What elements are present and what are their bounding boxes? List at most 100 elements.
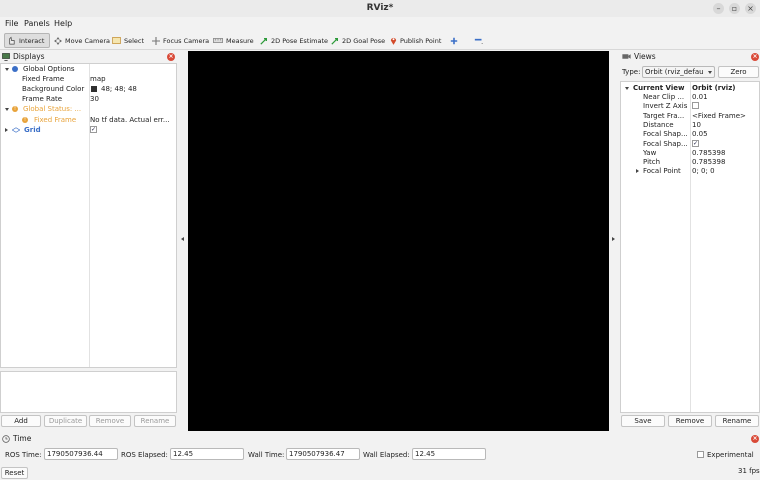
monitor-icon: [2, 52, 10, 61]
ros-elapsed-field[interactable]: 12.45: [170, 448, 244, 460]
toolbar: Interact Move Camera Select Focus Camera…: [0, 31, 760, 50]
map-pin-icon: [390, 37, 397, 45]
wall-time-field[interactable]: 1790507936.47: [286, 448, 360, 460]
goal-pose-tool-button[interactable]: 2D Goal Pose: [329, 33, 387, 48]
displays-panel: Displays × Global Options Fixed Frame ma…: [0, 51, 178, 431]
wall-elapsed-label: Wall Elapsed:: [363, 451, 410, 459]
right-splitter[interactable]: [609, 51, 619, 431]
add-display-button[interactable]: Add: [1, 415, 41, 427]
time-panel: Time × ROS Time: 1790507936.44 ROS Elaps…: [0, 433, 760, 463]
collapse-arrow-icon[interactable]: [636, 169, 639, 174]
displays-close-icon[interactable]: ×: [167, 53, 175, 61]
experimental-label: Experimental: [707, 451, 754, 459]
grid-icon: [12, 127, 20, 133]
publish-point-label: Publish Point: [400, 36, 442, 45]
warning-icon: !: [12, 106, 18, 112]
background-color-value[interactable]: 48; 48; 48: [101, 84, 137, 94]
tree-row-frame-rate[interactable]: Frame Rate 30: [1, 94, 176, 104]
interact-tool-button[interactable]: Interact: [4, 33, 50, 48]
tree-row-background-color[interactable]: Background Color 48; 48; 48: [1, 84, 176, 94]
menu-help[interactable]: Help: [54, 19, 72, 28]
duplicate-display-button[interactable]: Duplicate: [44, 415, 87, 427]
pose-estimate-label: 2D Pose Estimate: [271, 36, 329, 45]
ros-elapsed-label: ROS Elapsed:: [121, 451, 168, 459]
minimize-button[interactable]: –: [713, 3, 724, 14]
measure-label: Measure: [226, 36, 254, 45]
focus-camera-tool-button[interactable]: Focus Camera: [150, 33, 211, 48]
globe-icon: [12, 66, 18, 72]
tree-row-fixed-frame[interactable]: Fixed Frame map: [1, 74, 176, 84]
time-close-icon[interactable]: ×: [751, 435, 759, 443]
expand-arrow-icon[interactable]: [625, 87, 629, 90]
collapse-left-icon[interactable]: [181, 237, 184, 241]
tree-row-view-property[interactable]: Focal Point 0; 0; 0: [621, 166, 759, 176]
move-arrows-icon: [54, 36, 62, 45]
color-swatch[interactable]: [91, 86, 97, 92]
tree-row-global-options[interactable]: Global Options: [1, 64, 176, 74]
remove-view-button[interactable]: Remove: [668, 415, 712, 427]
clock-icon: [2, 434, 10, 443]
experimental-checkbox[interactable]: [697, 451, 704, 458]
fixed-frame-value[interactable]: map: [90, 74, 106, 84]
time-title: Time: [13, 434, 32, 443]
move-camera-tool-button[interactable]: Move Camera: [52, 33, 112, 48]
expand-arrow-icon[interactable]: [5, 108, 9, 111]
warning-icon: !: [22, 117, 28, 123]
tree-row-grid[interactable]: Grid ✓: [1, 125, 176, 135]
grid-label: Grid: [24, 126, 41, 134]
ros-time-label: ROS Time:: [5, 451, 42, 459]
views-header: Views: [622, 51, 752, 62]
select-box-icon: [112, 37, 121, 44]
save-view-button[interactable]: Save: [621, 415, 665, 427]
menu-file[interactable]: File: [5, 19, 18, 28]
view-type-value: Orbit (rviz_defau: [645, 68, 704, 76]
left-splitter[interactable]: [179, 51, 187, 431]
menu-panels[interactable]: Panels: [24, 19, 50, 28]
wall-time-label: Wall Time:: [248, 451, 285, 459]
ruler-icon: [213, 38, 223, 43]
ros-time-field[interactable]: 1790507936.44: [44, 448, 118, 460]
measure-tool-button[interactable]: Measure: [211, 33, 256, 48]
wall-elapsed-field[interactable]: 12.45: [412, 448, 486, 460]
zero-view-button[interactable]: Zero: [718, 66, 759, 78]
collapse-right-icon[interactable]: [612, 237, 615, 241]
view-property-value[interactable]: 0; 0; 0: [692, 166, 715, 176]
global-status-label: Global Status: ...: [23, 105, 82, 113]
render-viewport[interactable]: [188, 51, 609, 431]
tree-row-status-fixed-frame[interactable]: ! Fixed Frame No tf data. Actual err...: [1, 115, 176, 125]
dropdown-arrow-icon: [708, 71, 712, 74]
pose-estimate-tool-button[interactable]: 2D Pose Estimate: [258, 33, 330, 48]
remove-display-button[interactable]: Remove: [89, 415, 131, 427]
fixed-frame-label: Fixed Frame: [22, 75, 65, 83]
status-fixed-frame-label: Fixed Frame: [34, 116, 77, 124]
window-title: RViz*: [366, 3, 394, 13]
views-close-icon[interactable]: ×: [751, 53, 759, 61]
publish-point-tool-button[interactable]: Publish Point: [388, 33, 443, 48]
view-type-select[interactable]: Orbit (rviz_defau: [642, 66, 715, 78]
close-window-button[interactable]: ×: [745, 3, 756, 14]
grid-enabled-checkbox[interactable]: ✓: [90, 126, 97, 133]
green-arrow-icon: [260, 37, 267, 45]
frame-rate-value[interactable]: 30: [90, 94, 99, 104]
rename-display-button[interactable]: Rename: [134, 415, 176, 427]
interact-label: Interact: [19, 36, 45, 45]
select-label: Select: [124, 36, 145, 45]
collapse-arrow-icon[interactable]: [5, 128, 8, 132]
green-arrow-icon: [331, 37, 338, 45]
reset-button[interactable]: Reset: [1, 467, 28, 479]
view-property-checkbox[interactable]: [692, 102, 699, 110]
fps-readout: 31 fps: [738, 467, 760, 475]
select-tool-button[interactable]: Select: [110, 33, 146, 48]
expand-arrow-icon[interactable]: [5, 68, 9, 71]
view-property-checkbox[interactable]: ✓: [692, 139, 699, 147]
view-type-label: Type:: [622, 68, 641, 76]
displays-title: Displays: [13, 52, 45, 61]
rename-view-button[interactable]: Rename: [715, 415, 759, 427]
view-property-label: Focal Point: [643, 167, 681, 176]
add-tool-button[interactable]: [448, 33, 460, 48]
tree-row-global-status[interactable]: ! Global Status: ...: [1, 104, 176, 114]
background-color-label: Background Color: [22, 85, 85, 93]
maximize-button[interactable]: ▫: [729, 3, 740, 14]
views-title: Views: [634, 52, 656, 61]
remove-tool-button[interactable]: [472, 33, 486, 48]
